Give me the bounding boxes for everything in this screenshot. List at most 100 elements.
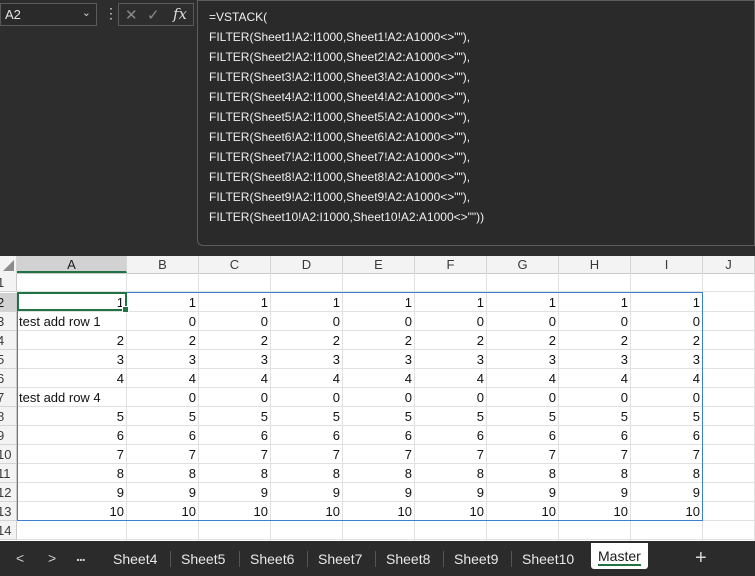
cell-a6[interactable]: 4 xyxy=(17,369,127,388)
cell-i12[interactable]: 9 xyxy=(631,483,703,502)
cell-h7[interactable]: 0 xyxy=(559,388,631,407)
row-header-6[interactable]: 6 xyxy=(0,369,17,388)
cell-h3[interactable]: 0 xyxy=(559,312,631,331)
cell-g3[interactable]: 0 xyxy=(487,312,559,331)
cell-b4[interactable]: 2 xyxy=(127,331,199,350)
cell-i7[interactable]: 0 xyxy=(631,388,703,407)
cell-h8[interactable]: 5 xyxy=(559,407,631,426)
cell-f10[interactable]: 7 xyxy=(415,445,487,464)
row-header-10[interactable]: 10 xyxy=(0,445,17,464)
cell-e7[interactable]: 0 xyxy=(343,388,415,407)
cell-h13[interactable]: 10 xyxy=(559,502,631,521)
cell-f4[interactable]: 2 xyxy=(415,331,487,350)
cell-a4[interactable]: 2 xyxy=(17,331,127,350)
cell-c11[interactable]: 8 xyxy=(199,464,271,483)
row-header-5[interactable]: 5 xyxy=(0,350,17,369)
cell-h5[interactable]: 3 xyxy=(559,350,631,369)
cell-g6[interactable]: 4 xyxy=(487,369,559,388)
cell-c2[interactable]: 1 xyxy=(199,293,271,312)
cell-f8[interactable]: 5 xyxy=(415,407,487,426)
cell-b9[interactable]: 6 xyxy=(127,426,199,445)
cell-b12[interactable]: 9 xyxy=(127,483,199,502)
row-header-13[interactable]: 13 xyxy=(0,502,17,521)
row-header-8[interactable]: 8 xyxy=(0,407,17,426)
row-header-4[interactable]: 4 xyxy=(0,331,17,350)
cell-c13[interactable]: 10 xyxy=(199,502,271,521)
cell-c12[interactable]: 9 xyxy=(199,483,271,502)
cell-g5[interactable]: 3 xyxy=(487,350,559,369)
cell-f7[interactable]: 0 xyxy=(415,388,487,407)
cell-b5[interactable]: 3 xyxy=(127,350,199,369)
cell-b13[interactable]: 10 xyxy=(127,502,199,521)
cell-d11[interactable]: 8 xyxy=(271,464,343,483)
cell-e9[interactable]: 6 xyxy=(343,426,415,445)
cell-h12[interactable]: 9 xyxy=(559,483,631,502)
cell-b6[interactable]: 4 xyxy=(127,369,199,388)
cell-d8[interactable]: 5 xyxy=(271,407,343,426)
cell-i9[interactable]: 6 xyxy=(631,426,703,445)
cell-b8[interactable]: 5 xyxy=(127,407,199,426)
cell-f3[interactable]: 0 xyxy=(415,312,487,331)
cell-a2[interactable]: 1 xyxy=(17,293,127,312)
cell-a7[interactable]: test add row 4 xyxy=(17,388,129,407)
cell-e11[interactable]: 8 xyxy=(343,464,415,483)
cell-b7[interactable]: 0 xyxy=(127,388,199,407)
cell-a12[interactable]: 9 xyxy=(17,483,127,502)
cell-h6[interactable]: 4 xyxy=(559,369,631,388)
cell-e10[interactable]: 7 xyxy=(343,445,415,464)
cell-e13[interactable]: 10 xyxy=(343,502,415,521)
cell-i5[interactable]: 3 xyxy=(631,350,703,369)
cell-c8[interactable]: 5 xyxy=(199,407,271,426)
cell-b11[interactable]: 8 xyxy=(127,464,199,483)
cell-b2[interactable]: 1 xyxy=(127,293,199,312)
cell-e5[interactable]: 3 xyxy=(343,350,415,369)
cell-g9[interactable]: 6 xyxy=(487,426,559,445)
cell-c4[interactable]: 2 xyxy=(199,331,271,350)
cell-d13[interactable]: 10 xyxy=(271,502,343,521)
cell-d4[interactable]: 2 xyxy=(271,331,343,350)
column-header-i[interactable]: I xyxy=(631,256,703,273)
cell-c7[interactable]: 0 xyxy=(199,388,271,407)
cell-g12[interactable]: 9 xyxy=(487,483,559,502)
cell-g7[interactable]: 0 xyxy=(487,388,559,407)
cell-i6[interactable]: 4 xyxy=(631,369,703,388)
cell-a5[interactable]: 3 xyxy=(17,350,127,369)
cell-b10[interactable]: 7 xyxy=(127,445,199,464)
cell-f13[interactable]: 10 xyxy=(415,502,487,521)
cell-c9[interactable]: 6 xyxy=(199,426,271,445)
column-header-f[interactable]: F xyxy=(415,256,487,273)
column-header-d[interactable]: D xyxy=(271,256,343,273)
cell-g8[interactable]: 5 xyxy=(487,407,559,426)
cell-a11[interactable]: 8 xyxy=(17,464,127,483)
cell-d10[interactable]: 7 xyxy=(271,445,343,464)
cell-f12[interactable]: 9 xyxy=(415,483,487,502)
cell-g10[interactable]: 7 xyxy=(487,445,559,464)
sheet-tab-sheet4[interactable]: Sheet4 xyxy=(113,549,157,569)
sheet-tab-sheet8[interactable]: Sheet8 xyxy=(386,549,430,569)
sheet-tab-master[interactable]: Master xyxy=(591,543,648,569)
formula-bar[interactable]: =VSTACK(FILTER(Sheet1!A2:I1000,Sheet1!A2… xyxy=(197,0,755,246)
cell-d3[interactable]: 0 xyxy=(271,312,343,331)
cell-f11[interactable]: 8 xyxy=(415,464,487,483)
sheet-tab-sheet9[interactable]: Sheet9 xyxy=(454,549,498,569)
cell-i3[interactable]: 0 xyxy=(631,312,703,331)
cell-e2[interactable]: 1 xyxy=(343,293,415,312)
cell-c10[interactable]: 7 xyxy=(199,445,271,464)
cell-e6[interactable]: 4 xyxy=(343,369,415,388)
cell-i2[interactable]: 1 xyxy=(631,293,703,312)
cell-e4[interactable]: 2 xyxy=(343,331,415,350)
next-sheet-icon[interactable]: > xyxy=(48,550,56,566)
cell-d5[interactable]: 3 xyxy=(271,350,343,369)
cell-c5[interactable]: 3 xyxy=(199,350,271,369)
select-all-button[interactable] xyxy=(0,256,17,273)
cell-i13[interactable]: 10 xyxy=(631,502,703,521)
cell-f9[interactable]: 6 xyxy=(415,426,487,445)
cell-h9[interactable]: 6 xyxy=(559,426,631,445)
column-header-h[interactable]: H xyxy=(559,256,631,273)
sheet-tab-sheet5[interactable]: Sheet5 xyxy=(181,549,225,569)
column-header-a[interactable]: A xyxy=(17,256,127,273)
cell-b3[interactable]: 0 xyxy=(127,312,199,331)
cell-h2[interactable]: 1 xyxy=(559,293,631,312)
cell-i4[interactable]: 2 xyxy=(631,331,703,350)
cell-g4[interactable]: 2 xyxy=(487,331,559,350)
